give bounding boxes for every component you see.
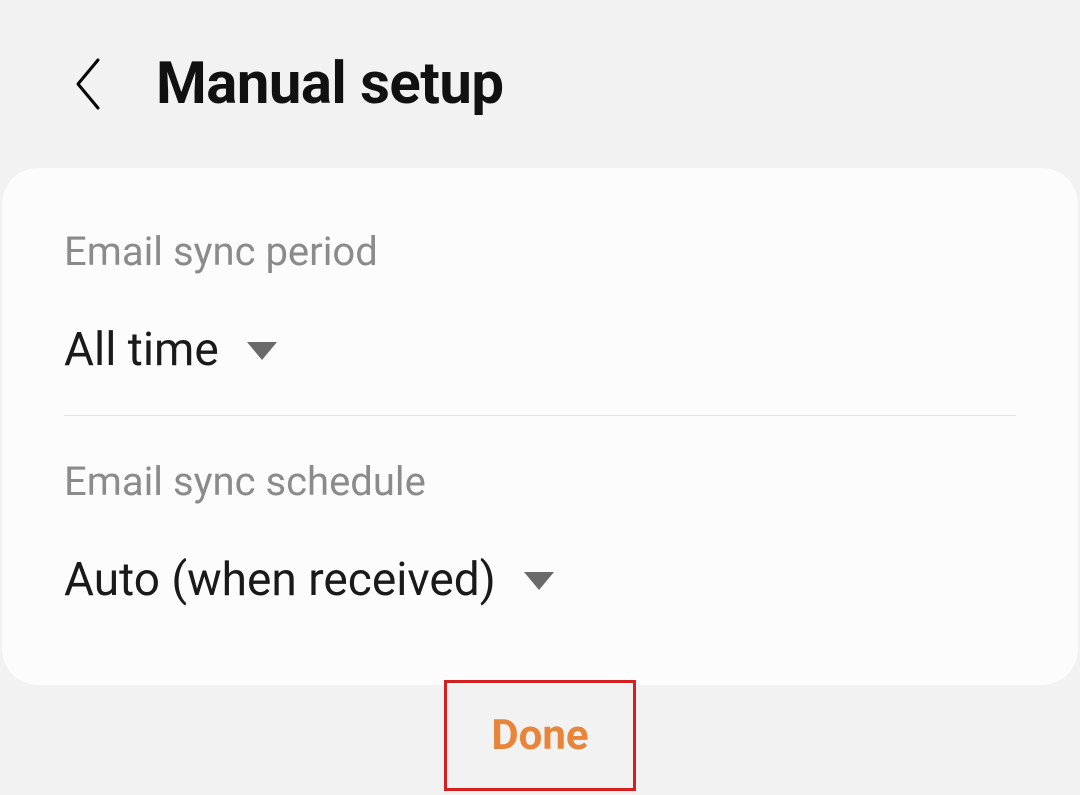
sync-schedule-label: Email sync schedule	[64, 458, 1016, 505]
sync-period-select[interactable]: All time	[64, 323, 1016, 377]
chevron-down-icon	[247, 340, 277, 360]
sync-schedule-select[interactable]: Auto (when received)	[64, 553, 1016, 607]
footer: Done	[0, 680, 1080, 791]
sync-period-section: Email sync period All time	[64, 198, 1016, 415]
sync-period-label: Email sync period	[64, 228, 1016, 275]
sync-period-value: All time	[64, 323, 219, 377]
settings-card: Email sync period All time Email sync sc…	[2, 168, 1078, 685]
page-title: Manual setup	[156, 50, 503, 118]
back-icon[interactable]	[70, 56, 106, 112]
sync-schedule-value: Auto (when received)	[64, 553, 496, 607]
header: Manual setup	[0, 0, 1080, 158]
chevron-down-icon	[524, 570, 554, 590]
done-button[interactable]: Done	[444, 680, 635, 791]
sync-schedule-section: Email sync schedule Auto (when received)	[64, 415, 1016, 645]
